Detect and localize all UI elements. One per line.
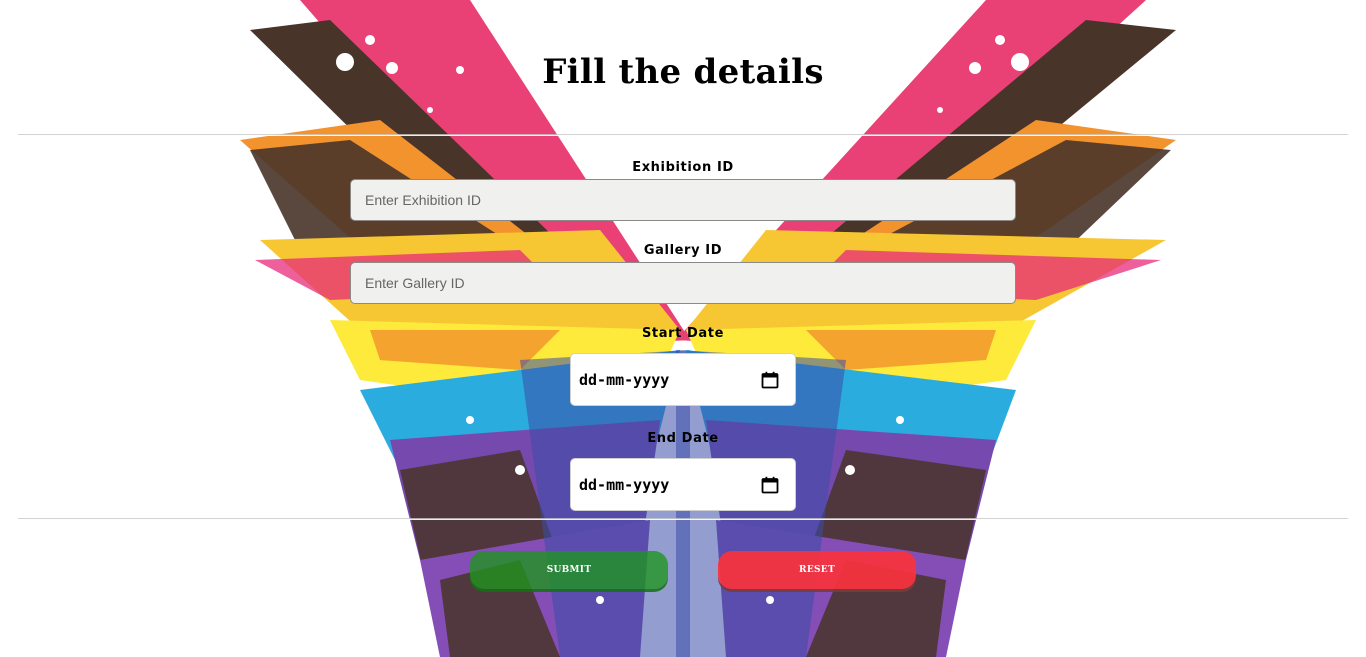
bottom-divider (18, 518, 1348, 519)
start-date-label: Start Date (641, 326, 725, 341)
submit-button[interactable]: SUBMIT (470, 551, 668, 589)
exhibition-id-label: Exhibition ID (632, 160, 734, 175)
start-date-input[interactable]: dd-mm-yyyy (570, 353, 796, 406)
calendar-icon[interactable] (761, 476, 779, 494)
reset-button[interactable]: RESET (718, 551, 916, 589)
exhibition-id-input[interactable] (350, 179, 1016, 221)
gallery-id-label: Gallery ID (643, 243, 723, 258)
page-title: Fill the details (542, 52, 824, 92)
form-container: Fill the details Exhibition ID Gallery I… (0, 0, 1366, 657)
end-date-value: dd-mm-yyyy (579, 475, 670, 494)
end-date-input[interactable]: dd-mm-yyyy (570, 458, 796, 511)
end-date-label: End Date (647, 431, 719, 446)
top-divider (18, 134, 1348, 135)
start-date-value: dd-mm-yyyy (579, 370, 670, 389)
gallery-id-input[interactable] (350, 262, 1016, 304)
calendar-icon[interactable] (761, 371, 779, 389)
